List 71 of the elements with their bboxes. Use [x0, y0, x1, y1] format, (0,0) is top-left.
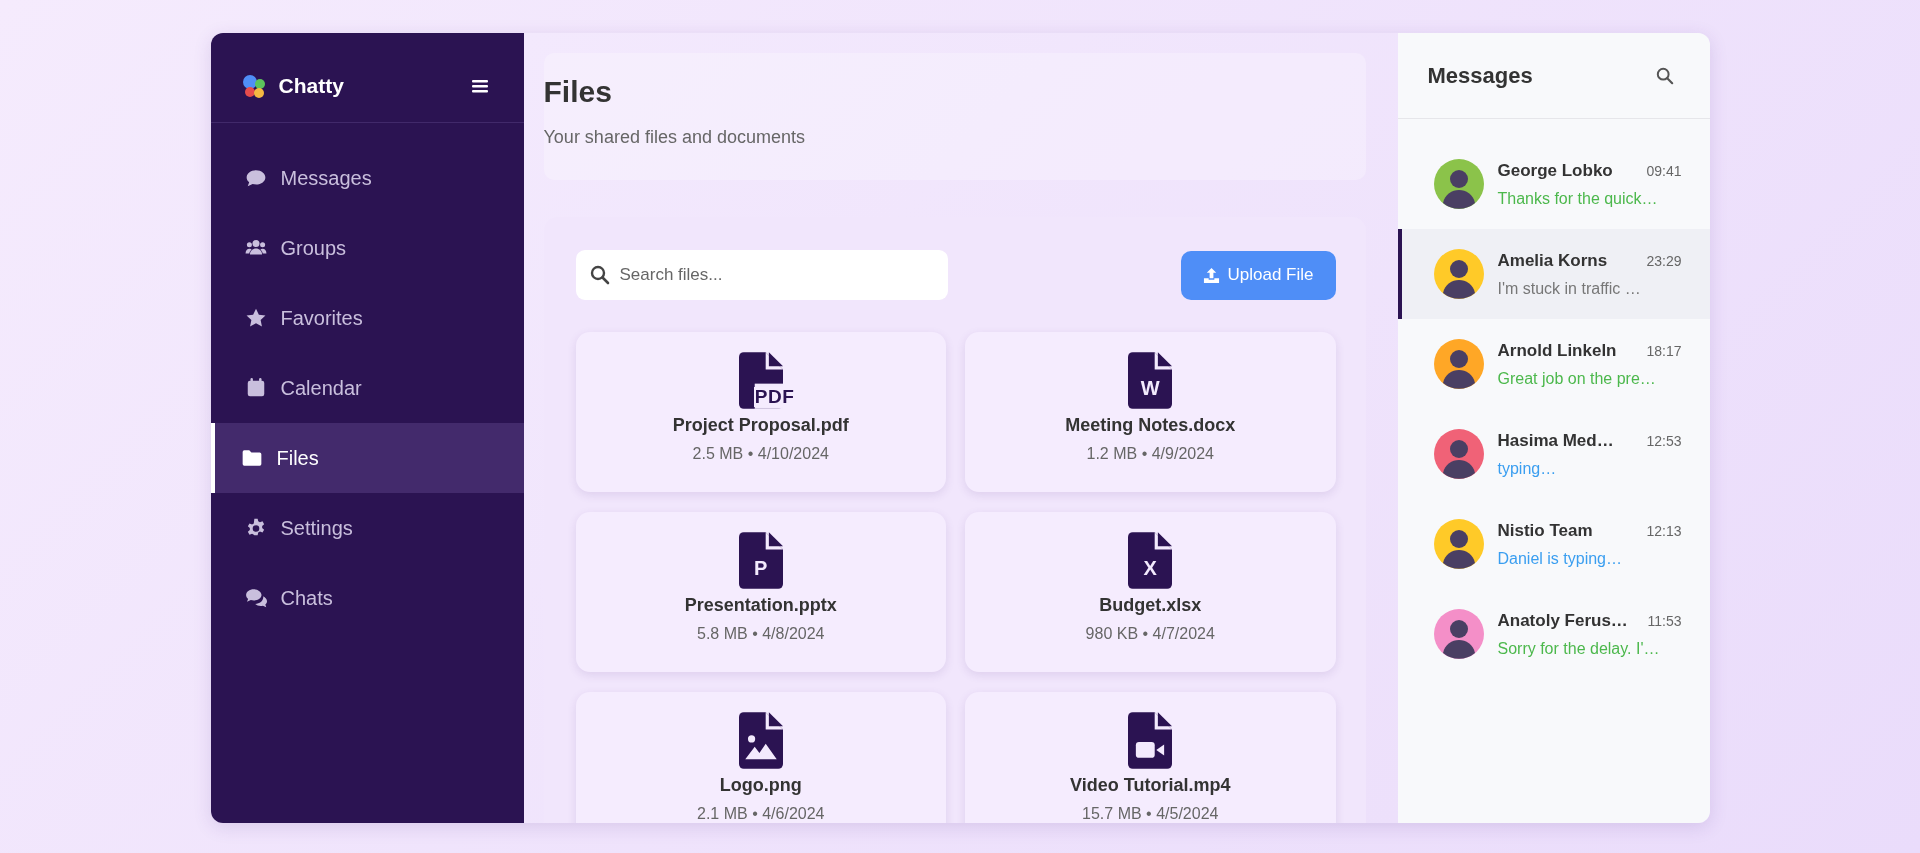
nav-item[interactable]: Chats [210, 563, 524, 633]
file-type-label: P [753, 558, 769, 578]
file-card[interactable]: Video Tutorial.mp4 15.7 MB • 4/5/2024 [965, 692, 1336, 823]
file-name: Logo.png [719, 775, 802, 796]
image-file-icon [738, 712, 783, 769]
file-card[interactable]: P Presentation.pptx 5.8 MB • 4/8/2024 [575, 512, 946, 672]
nav-item[interactable]: Favorites [210, 283, 524, 353]
file-card[interactable]: Logo.png 2.1 MB • 4/6/2024 [575, 692, 946, 823]
document-icon [738, 532, 783, 589]
conversation-item[interactable]: Anatoly Ferus… 11:53 Sorry for the delay. I'… [1397, 589, 1710, 679]
file-meta: 980 KB • 4/7/2024 [1085, 625, 1215, 643]
search-icon[interactable] [1655, 66, 1674, 85]
typing-indicator: typing… [1497, 459, 1558, 478]
contact-name: Hasima Med… [1497, 430, 1614, 451]
conversation-item[interactable]: Nistio Team 12:13 Daniel is typing… [1397, 499, 1710, 589]
nav-item[interactable]: Messages [210, 143, 524, 213]
panel-title: Messages [1427, 62, 1533, 89]
message-time: 09:41 [1646, 162, 1682, 179]
bubble-icon [244, 167, 267, 189]
file-name: Project Proposal.pdf [672, 415, 849, 436]
video-file-icon [1128, 712, 1173, 769]
page-title: Files [543, 75, 613, 109]
file-meta: 15.7 MB • 4/5/2024 [1082, 805, 1219, 823]
message-time: 12:53 [1646, 432, 1682, 449]
folder-icon [240, 447, 263, 469]
file-type-label: X [1142, 558, 1158, 578]
contact-name: Arnold Linkeln [1497, 340, 1617, 361]
file-card[interactable]: X Budget.xlsx 980 KB • 4/7/2024 [965, 512, 1336, 672]
message-preview: Sorry for the delay. I'… [1497, 639, 1661, 658]
app-name: Chatty [278, 73, 344, 98]
contact-name: Nistio Team [1497, 520, 1593, 541]
search-field[interactable]: Search files... [575, 250, 948, 300]
search-icon [589, 265, 610, 285]
file-meta: 2.5 MB • 4/10/2024 [692, 445, 829, 463]
message-time: 12:13 [1646, 522, 1682, 539]
nav-item[interactable]: Calendar [210, 353, 524, 423]
message-preview: Great job on the pre… [1497, 369, 1657, 388]
message-time: 18:17 [1646, 342, 1682, 359]
conversation-item[interactable]: Hasima Med… 12:53 typing… [1397, 409, 1710, 499]
file-card[interactable]: PDF Project Proposal.pdf 2.5 MB • 4/10/2024 [575, 332, 946, 492]
file-name: Meeting Notes.docx [1065, 415, 1236, 436]
message-time: 11:53 [1647, 612, 1682, 629]
conversation-item[interactable]: Arnold Linkeln 18:17 Great job on the pre… [1397, 319, 1710, 409]
document-icon [1128, 532, 1173, 589]
message-time: 23:29 [1646, 252, 1682, 269]
document-icon [1128, 352, 1173, 409]
page-subtitle: Your shared files and documents [543, 127, 806, 148]
nav-item[interactable]: Settings [210, 493, 524, 563]
contact-name: Amelia Korns [1497, 250, 1608, 271]
conversation-item[interactable]: George Lobko 09:41 Thanks for the quick… [1397, 139, 1710, 229]
contact-name: Anatoly Ferus… [1497, 610, 1628, 631]
file-type-label: PDF [753, 387, 796, 407]
nav-item[interactable]: Groups [210, 213, 524, 283]
contact-name: George Lobko [1497, 160, 1613, 181]
chat-bubbles-logo-icon [240, 72, 267, 99]
file-type-label: W [1139, 378, 1161, 398]
file-name: Budget.xlsx [1099, 595, 1202, 616]
file-name: Presentation.pptx [684, 595, 837, 616]
message-preview: Thanks for the quick… [1497, 189, 1659, 208]
star-icon [244, 307, 267, 329]
nav-item[interactable]: Files [210, 423, 524, 493]
chat-bubbles-icon [244, 587, 267, 609]
file-meta: 2.1 MB • 4/6/2024 [697, 805, 825, 823]
conversation-item[interactable]: Amelia Korns 23:29 I'm stuck in traffic … [1397, 229, 1710, 319]
file-name: Video Tutorial.mp4 [1070, 775, 1231, 796]
upload-icon [1202, 266, 1220, 284]
file-card[interactable]: W Meeting Notes.docx 1.2 MB • 4/9/2024 [965, 332, 1336, 492]
typing-indicator: Daniel is typing… [1497, 549, 1623, 568]
file-meta: 5.8 MB • 4/8/2024 [697, 625, 825, 643]
message-preview: I'm stuck in traffic … [1497, 279, 1642, 298]
file-meta: 1.2 MB • 4/9/2024 [1086, 445, 1214, 463]
